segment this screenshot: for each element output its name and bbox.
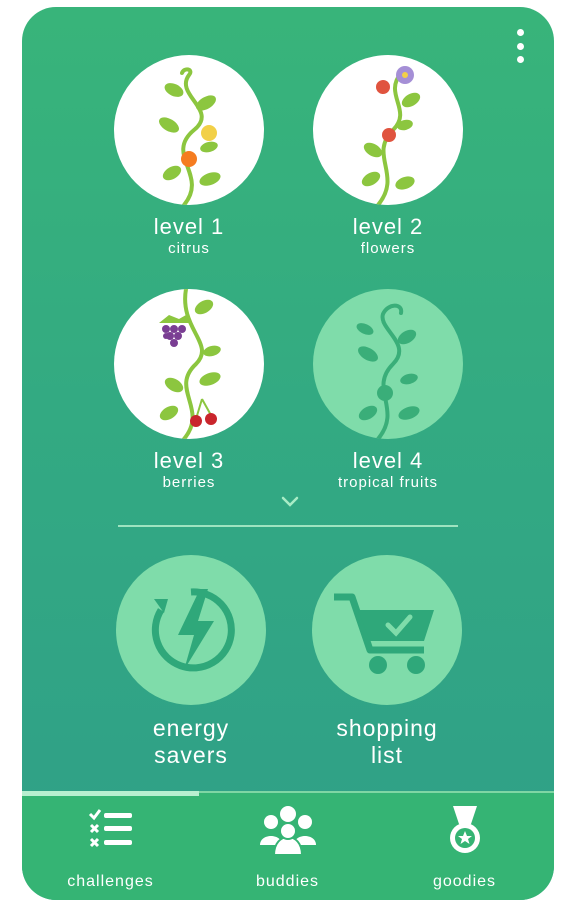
level-3-title: level 3: [153, 448, 225, 473]
berries-vine-illustration: [114, 289, 264, 439]
citrus-vine-illustration: [114, 55, 264, 205]
level-2-card[interactable]: level 2 flowers: [288, 55, 488, 259]
energy-savers-label-2: savers: [154, 742, 228, 768]
tab-buddies[interactable]: buddies: [199, 803, 376, 893]
energy-savers-label-1: energy: [152, 715, 230, 741]
shopping-cart-icon: [312, 555, 462, 705]
energy-bolt-icon: [116, 555, 266, 705]
section-divider: [118, 525, 458, 527]
level-4-card[interactable]: level 4 tropical fruits: [288, 289, 488, 493]
level-2-subtitle: flowers: [360, 240, 416, 257]
tab-goodies[interactable]: goodies: [376, 803, 553, 893]
shopping-list-label-2: list: [370, 742, 404, 768]
bottom-tab-bar: challenges buddies goodies: [22, 791, 554, 900]
level-1-title: level 1: [153, 214, 225, 239]
app-screen: level 1 citrus level 2 flowers level 3 b…: [22, 7, 554, 900]
level-4-subtitle: tropical fruits: [337, 474, 439, 491]
tab-buddies-label: buddies: [255, 873, 320, 890]
tab-challenges-label: challenges: [67, 873, 154, 890]
energy-savers-button[interactable]: energy savers: [91, 555, 291, 769]
level-3-subtitle: berries: [162, 474, 216, 491]
flowers-vine-illustration: [313, 55, 463, 205]
shopping-list-button[interactable]: shopping list: [287, 555, 487, 769]
active-tab-indicator: [22, 791, 199, 796]
level-1-card[interactable]: level 1 citrus: [89, 55, 289, 259]
level-1-subtitle: citrus: [168, 240, 210, 257]
medal-icon: [376, 803, 553, 859]
level-2-title: level 2: [352, 214, 424, 239]
level-4-title: level 4: [352, 448, 424, 473]
shopping-list-label-1: shopping: [336, 715, 438, 741]
overflow-menu-icon[interactable]: [514, 29, 526, 63]
checklist-icon: [22, 803, 199, 859]
tab-challenges[interactable]: challenges: [22, 803, 199, 893]
chevron-down-icon[interactable]: [280, 494, 300, 508]
tab-goodies-label: goodies: [432, 873, 497, 890]
tropical-vine-illustration: [313, 289, 463, 439]
level-3-card[interactable]: level 3 berries: [89, 289, 289, 493]
people-icon: [199, 803, 376, 859]
